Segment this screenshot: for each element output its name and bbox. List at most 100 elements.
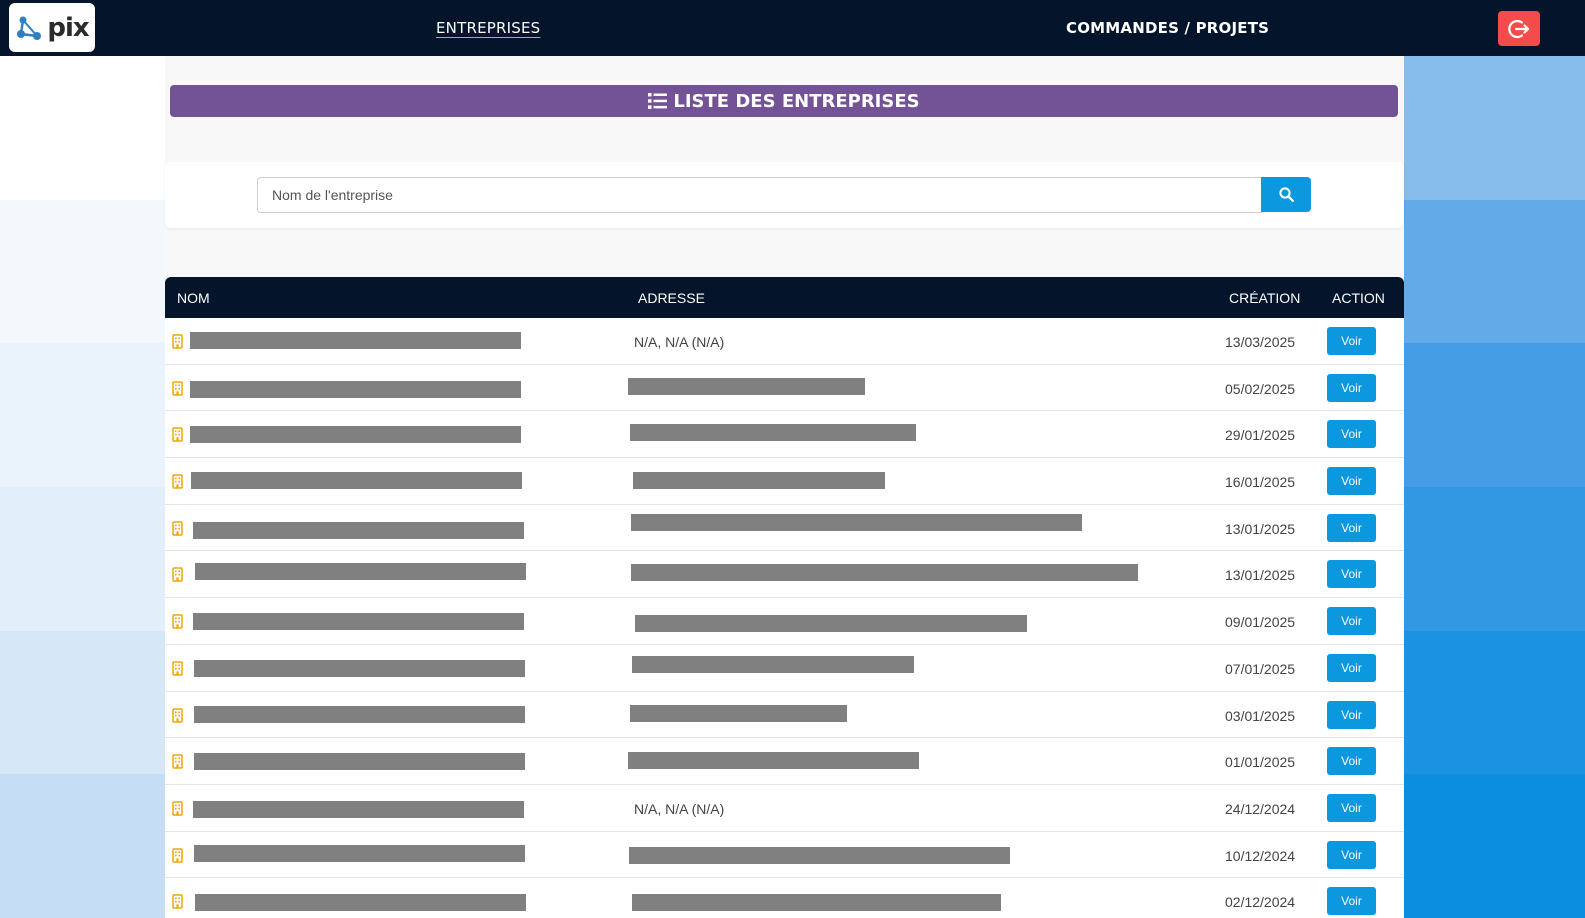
creation-date: 13/01/2025 — [1225, 520, 1296, 537]
table-row: N/A, N/A (N/A) 13/03/2025 Voir — [165, 318, 1404, 365]
nav-commandes-projets[interactable]: COMMANDES / PROJETS — [1066, 19, 1269, 37]
search-button[interactable] — [1261, 177, 1311, 212]
building-icon — [172, 614, 183, 632]
company-address-redacted — [628, 377, 865, 395]
creation-date: 07/01/2025 — [1225, 660, 1296, 677]
creation-date: 29/01/2025 — [1225, 427, 1296, 444]
company-name-redacted[interactable] — [190, 426, 521, 444]
creation-date: 05/02/2025 — [1225, 380, 1296, 397]
nav-entreprises[interactable]: ENTREPRISES — [436, 19, 540, 37]
company-name-redacted[interactable] — [193, 800, 524, 818]
building-icon — [172, 567, 183, 585]
search-card — [165, 162, 1404, 228]
company-address-redacted — [628, 752, 919, 770]
column-header-nom[interactable]: NOM — [177, 290, 210, 306]
view-button[interactable]: Voir — [1327, 420, 1376, 449]
table-body: N/A, N/A (N/A) 13/03/2025 Voir 05/02/2025 Vo… — [165, 318, 1404, 918]
building-icon — [172, 474, 183, 492]
company-name-redacted[interactable] — [194, 753, 525, 771]
company-name-redacted[interactable] — [194, 705, 525, 723]
view-button[interactable]: Voir — [1327, 747, 1376, 776]
building-icon — [172, 661, 183, 679]
table-row: 10/12/2024 Voir — [165, 832, 1404, 879]
search-icon — [1278, 187, 1294, 202]
page-title: LISTE DES ENTREPRISES — [673, 90, 920, 112]
table-row: 02/12/2024 Voir — [165, 878, 1404, 918]
company-address-redacted — [632, 894, 1001, 912]
company-name-redacted[interactable] — [190, 380, 521, 398]
table-row: 03/01/2025 Voir — [165, 692, 1404, 739]
top-navbar: pix ENTREPRISES COMMANDES / PROJETS — [0, 0, 1585, 56]
logo[interactable]: pix — [9, 3, 95, 52]
creation-date: 24/12/2024 — [1225, 800, 1296, 817]
view-button[interactable]: Voir — [1327, 840, 1376, 869]
company-address-redacted — [630, 424, 916, 442]
page-title-bar: LISTE DES ENTREPRISES — [170, 85, 1398, 117]
building-icon — [172, 754, 183, 772]
company-address: N/A, N/A (N/A) — [634, 334, 725, 350]
view-button[interactable]: Voir — [1327, 513, 1376, 542]
table-row: 05/02/2025 Voir — [165, 365, 1404, 412]
creation-date: 09/01/2025 — [1225, 614, 1296, 631]
table-row: 16/01/2025 Voir — [165, 458, 1404, 505]
background-right — [1404, 56, 1585, 918]
creation-date: 01/01/2025 — [1225, 754, 1296, 771]
creation-date: 13/01/2025 — [1225, 567, 1296, 584]
company-name-redacted[interactable] — [194, 659, 525, 677]
company-address-redacted — [631, 513, 1082, 531]
company-address-redacted — [633, 472, 885, 490]
creation-date: 02/12/2024 — [1225, 894, 1296, 911]
search-input[interactable] — [257, 177, 1262, 213]
table-row: N/A, N/A (N/A) 24/12/2024 Voir — [165, 785, 1404, 832]
table-header: NOM ADRESSE CRÉATION ACTION — [165, 277, 1404, 318]
company-name-redacted[interactable] — [193, 521, 524, 539]
company-address-redacted — [635, 615, 1027, 633]
logo-graph-icon — [17, 16, 42, 40]
company-name-redacted[interactable] — [195, 894, 526, 912]
company-address-redacted — [629, 846, 1010, 864]
list-icon — [648, 93, 668, 109]
view-button[interactable]: Voir — [1327, 653, 1376, 682]
creation-date: 13/03/2025 — [1225, 334, 1296, 350]
company-name-redacted[interactable] — [190, 332, 521, 349]
table-row: 09/01/2025 Voir — [165, 598, 1404, 645]
company-name-redacted[interactable] — [193, 613, 524, 631]
company-name-redacted[interactable] — [194, 844, 525, 862]
logout-icon — [1508, 19, 1530, 38]
table-row: 13/01/2025 Voir — [165, 551, 1404, 599]
column-header-creation[interactable]: CRÉATION — [1229, 290, 1300, 306]
creation-date: 10/12/2024 — [1225, 847, 1296, 864]
logout-button[interactable] — [1498, 11, 1540, 46]
creation-date: 16/01/2025 — [1225, 474, 1296, 491]
main-content: LISTE DES ENTREPRISES NOM ADRESSE CRÉATI… — [165, 56, 1404, 918]
view-button[interactable]: Voir — [1327, 607, 1376, 636]
company-address-redacted — [630, 704, 847, 722]
column-header-adresse[interactable]: ADRESSE — [638, 290, 705, 306]
table-row: 07/01/2025 Voir — [165, 645, 1404, 692]
view-button[interactable]: Voir — [1327, 373, 1376, 402]
creation-date: 03/01/2025 — [1225, 707, 1296, 724]
building-icon — [172, 894, 183, 912]
table-row: 13/01/2025 Voir — [165, 505, 1404, 552]
building-icon — [172, 334, 183, 352]
view-button[interactable]: Voir — [1327, 327, 1376, 355]
building-icon — [172, 801, 183, 819]
view-button[interactable]: Voir — [1327, 887, 1376, 916]
company-address-redacted — [631, 564, 1138, 582]
view-button[interactable]: Voir — [1327, 467, 1376, 496]
logo-text: pix — [47, 12, 89, 43]
company-name-redacted[interactable] — [191, 472, 522, 490]
companies-table: NOM ADRESSE CRÉATION ACTION N/A, N/A (N/… — [165, 277, 1404, 918]
company-address: N/A, N/A (N/A) — [634, 800, 725, 817]
building-icon — [172, 707, 183, 726]
company-address-redacted — [632, 655, 914, 673]
view-button[interactable]: Voir — [1327, 793, 1376, 822]
view-button[interactable]: Voir — [1327, 560, 1376, 589]
building-icon — [172, 427, 183, 445]
background-left — [0, 56, 165, 918]
view-button[interactable]: Voir — [1327, 700, 1376, 729]
building-icon — [172, 847, 183, 866]
table-row: 01/01/2025 Voir — [165, 738, 1404, 785]
table-row: 29/01/2025 Voir — [165, 411, 1404, 459]
company-name-redacted[interactable] — [195, 563, 526, 581]
